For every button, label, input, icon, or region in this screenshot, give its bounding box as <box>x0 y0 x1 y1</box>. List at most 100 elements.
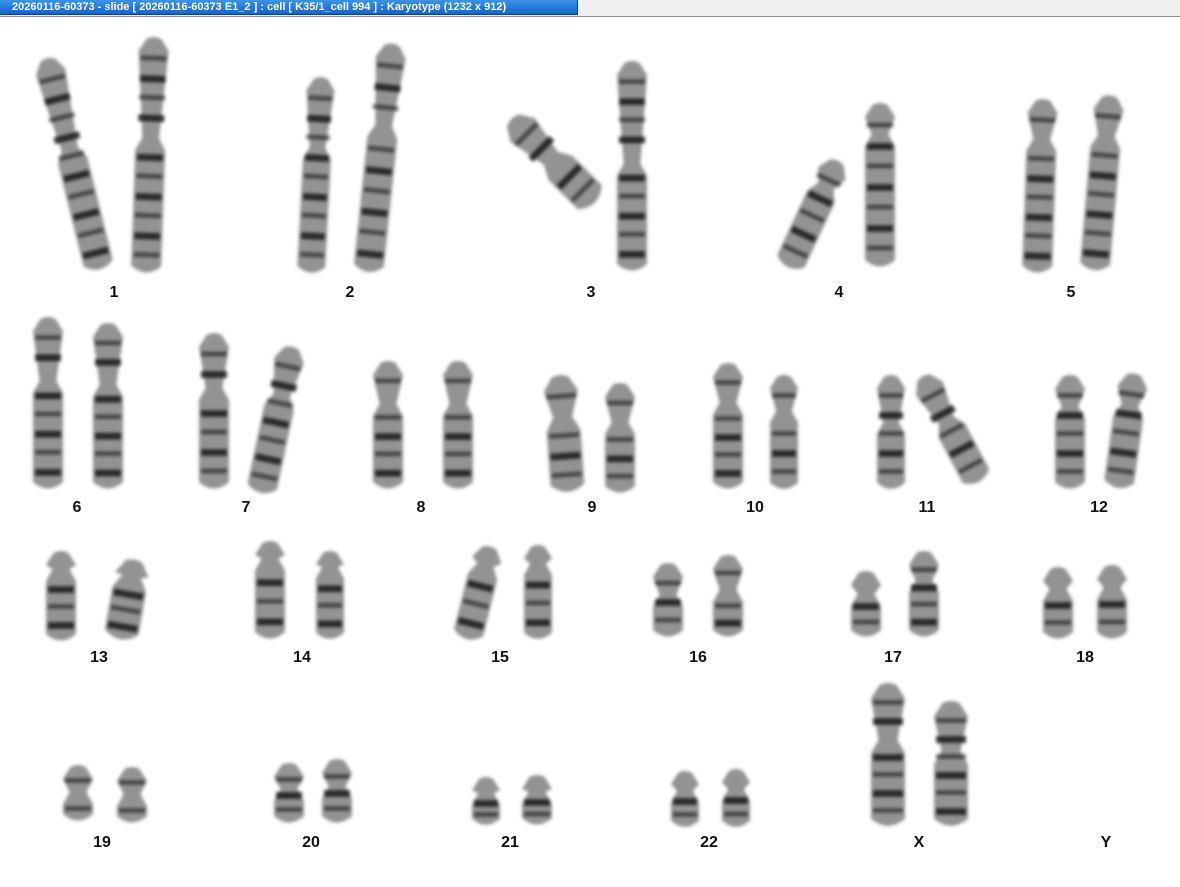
chromosome-6-a[interactable] <box>33 317 63 489</box>
chromosome-16-a[interactable] <box>653 563 683 637</box>
chromosome-band <box>911 601 937 607</box>
chromosome-9-b[interactable] <box>605 383 635 493</box>
chromosome-12-b[interactable] <box>1103 371 1149 490</box>
chromosome-band <box>139 74 166 83</box>
chromosome-band <box>619 212 645 220</box>
chromosome-9-a[interactable] <box>543 374 585 493</box>
chromosome-1-a[interactable] <box>33 55 115 273</box>
karyogram-canvas <box>33 37 1149 827</box>
chromosome-band <box>873 700 903 705</box>
chromosome-band <box>140 55 167 62</box>
chromosome-band <box>136 173 163 180</box>
chromosome-5-a[interactable] <box>1022 99 1058 273</box>
chromosome-label-8: 8 <box>416 499 426 516</box>
chromosome-12-a[interactable] <box>1055 375 1085 489</box>
chromosome-7-a[interactable] <box>199 333 229 489</box>
chromosome-18-b[interactable] <box>1097 565 1127 639</box>
chromosome-label-9: 9 <box>587 499 597 516</box>
chromosome-18-a[interactable] <box>1043 567 1073 639</box>
chromosome-band <box>607 473 633 479</box>
chromosome-x-b[interactable] <box>934 701 968 826</box>
chromosome-15-a[interactable] <box>452 543 504 643</box>
chromosome-band <box>35 468 61 476</box>
chromosome-8-a[interactable] <box>373 361 403 489</box>
chromosome-band <box>201 449 227 456</box>
chromosome-13-a[interactable] <box>46 551 76 641</box>
chromosome-band <box>474 812 498 817</box>
chromosome-band <box>526 619 550 627</box>
chromosome-band <box>35 411 61 417</box>
chromosome-band <box>95 395 121 403</box>
chromosome-band <box>619 250 645 258</box>
chromosome-10-a[interactable] <box>713 363 743 489</box>
chromosome-band <box>879 450 903 457</box>
chromosome-label-10: 10 <box>746 499 764 516</box>
chromosome-19-b[interactable] <box>117 767 147 823</box>
chromosome-2-b[interactable] <box>353 42 407 273</box>
chromosome-band <box>138 94 166 101</box>
chromosome-11-b[interactable] <box>910 369 993 489</box>
chromosome-20-b[interactable] <box>322 759 352 823</box>
chromosome-band <box>673 812 697 817</box>
chromosome-band <box>867 163 893 169</box>
window-title-bar: 20260116-60373 - slide [ 20260116-60373 … <box>0 0 1180 17</box>
chromosome-band <box>135 192 162 201</box>
chromosome-band <box>375 451 401 457</box>
chromosome-3-b[interactable] <box>617 61 647 271</box>
chromosome-label-13: 13 <box>90 649 108 666</box>
chromosome-14-a[interactable] <box>255 541 285 639</box>
chromosome-band <box>867 245 893 251</box>
chromosome-7-b[interactable] <box>246 344 306 496</box>
chromosome-band <box>873 808 903 813</box>
chromosome-16-b[interactable] <box>713 555 743 637</box>
chromosome-band <box>119 780 145 785</box>
chromosome-11-a[interactable] <box>877 375 905 489</box>
chromosome-x-a[interactable] <box>871 683 905 826</box>
window-title-tab[interactable]: 20260116-60373 - slide [ 20260116-60373 … <box>0 0 578 15</box>
chromosome-band <box>65 778 91 783</box>
chromosome-band <box>607 400 633 406</box>
karyogram-area: 1 2 3 4 5 6 7 8 9 10 11 12 13 14 15 16 1… <box>0 17 1180 887</box>
chromosome-band <box>300 232 326 241</box>
chromosome-4-a[interactable] <box>775 154 852 273</box>
chromosome-band <box>1057 393 1083 398</box>
chromosome-band <box>95 469 121 477</box>
chromosome-19-a[interactable] <box>63 765 93 821</box>
chromosome-band <box>1099 619 1125 625</box>
chromosome-22-b[interactable] <box>722 769 750 827</box>
chromosome-band <box>715 434 741 441</box>
chromosome-band <box>1026 194 1053 201</box>
chromosome-6-b[interactable] <box>93 323 123 489</box>
chromosome-22-a[interactable] <box>671 771 699 827</box>
chromosome-band <box>724 811 748 817</box>
chromosome-4-b[interactable] <box>865 103 895 267</box>
chromosome-band <box>524 799 550 806</box>
chromosome-label-6: 6 <box>72 499 82 516</box>
chromosome-17-b[interactable] <box>909 551 939 637</box>
chromosome-20-a[interactable] <box>274 763 304 823</box>
chromosome-2-a[interactable] <box>297 76 335 273</box>
chromosome-band <box>276 792 302 799</box>
chromosome-band <box>1029 116 1056 123</box>
chromosome-3-a[interactable] <box>499 107 606 214</box>
chromosome-10-b[interactable] <box>770 375 798 489</box>
chromosome-13-b[interactable] <box>104 557 152 643</box>
chromosome-band <box>95 451 121 457</box>
chromosome-14-b[interactable] <box>316 551 344 639</box>
chromosome-band <box>715 570 741 576</box>
chromosome-21-b[interactable] <box>522 775 552 825</box>
chromosome-label-18: 18 <box>1076 649 1094 666</box>
chromosome-21-a[interactable] <box>472 777 500 825</box>
chromosome-band <box>1027 155 1055 162</box>
chromosome-label-11: 11 <box>918 499 936 516</box>
chromosome-5-b[interactable] <box>1080 94 1125 271</box>
chromosome-15-b[interactable] <box>524 545 552 639</box>
chromosome-band <box>873 772 903 777</box>
chromosome-label-12: 12 <box>1090 499 1108 516</box>
chromosome-17-a[interactable] <box>851 571 881 637</box>
chromosome-1-b[interactable] <box>131 37 169 273</box>
chromosome-band <box>655 580 681 586</box>
chromosome-8-b[interactable] <box>443 361 473 489</box>
chromosome-label-1: 1 <box>109 284 119 301</box>
chromosome-band <box>318 585 342 593</box>
